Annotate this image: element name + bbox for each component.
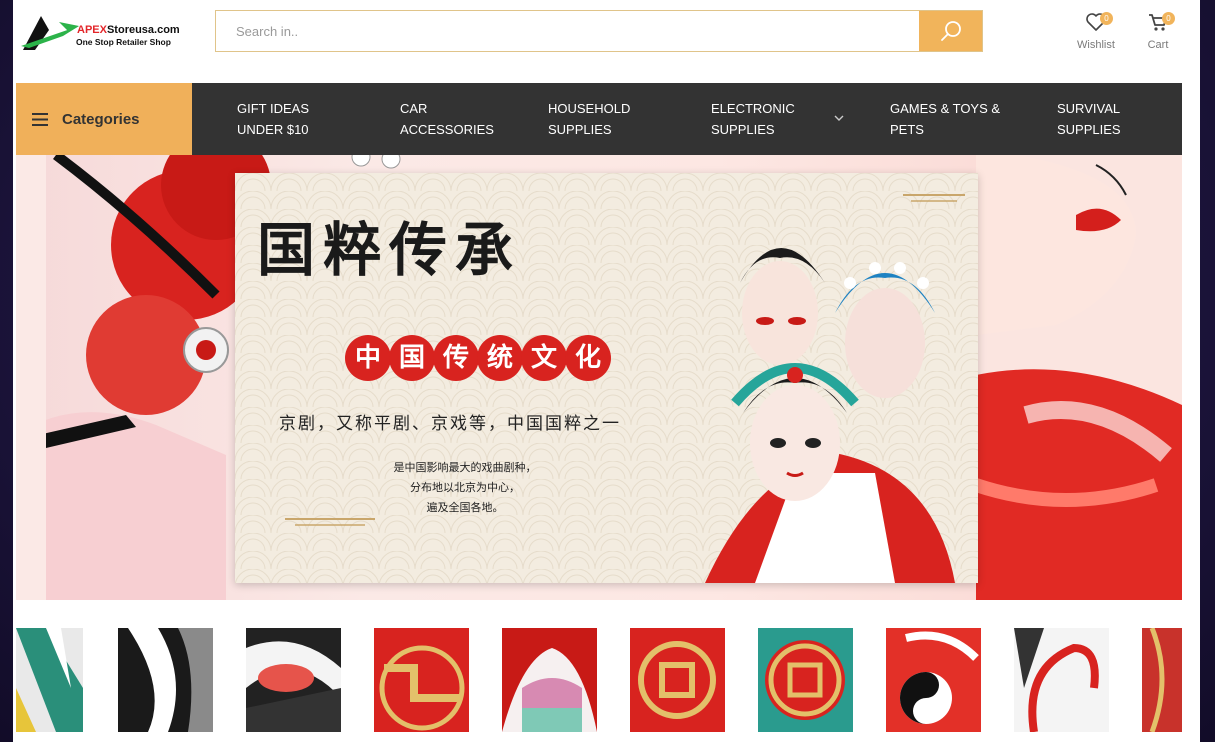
page: APEXStoreusa.com One Stop Retailer Shop … — [13, 0, 1200, 742]
thumbnail[interactable] — [758, 628, 853, 732]
search-input[interactable] — [216, 11, 956, 51]
cart-label: Cart — [1147, 39, 1169, 51]
thumbnail-strip — [16, 622, 1182, 732]
nav-label-line2: SUPPLIES — [1057, 122, 1121, 137]
categories-label: Categories — [62, 110, 140, 128]
nav-label-line1: SURVIVAL — [1057, 101, 1121, 116]
main-nav: GIFT IDEAS UNDER $10 CAR ACCESSORIES HOU… — [192, 83, 1182, 155]
hero-banner[interactable]: 国粹传承 中 国 传 统 文 化 京剧，又称平剧、京戏等，中国国粹之一 是中国影… — [16, 155, 1182, 600]
nav-label-line2: ACCESSORIES — [400, 122, 494, 137]
nav-label-line2: SUPPLIES — [548, 122, 612, 137]
nav-item-electronic-supplies[interactable]: ELECTRONIC SUPPLIES — [711, 98, 795, 140]
thumbnail[interactable] — [1014, 628, 1109, 732]
logo-mark-icon — [21, 16, 79, 50]
nav-label-line1: GAMES & TOYS & — [890, 101, 1001, 116]
wishlist-label: Wishlist — [1077, 39, 1115, 51]
thumbnail[interactable] — [374, 628, 469, 732]
cart-count-badge: 0 — [1162, 12, 1175, 25]
banner-paragraph-line: 是中国影响最大的戏曲剧种， — [393, 461, 537, 474]
thumbnail[interactable] — [118, 628, 213, 732]
nav-item-games-toys-pets[interactable]: GAMES & TOYS & PETS — [890, 98, 1000, 140]
thumbnail[interactable] — [630, 628, 725, 732]
search-button[interactable] — [919, 11, 982, 51]
logo-tagline: One Stop Retailer Shop — [76, 37, 171, 47]
logo-name-accent: APEX — [77, 24, 107, 36]
hamburger-icon — [32, 112, 48, 126]
nav-label-line2: UNDER $10 — [237, 122, 309, 137]
nav-label-line1: CAR — [400, 101, 428, 116]
subtitle-char: 中 — [345, 335, 391, 381]
banner-paragraph-line: 遍及全国各地。 — [426, 501, 504, 514]
wishlist-count-badge: 0 — [1100, 12, 1113, 25]
banner-paragraph: 是中国影响最大的戏曲剧种， 分布地以北京为中心， 遍及全国各地。 — [355, 458, 575, 518]
banner-paragraph-line: 分布地以北京为中心， — [410, 481, 520, 494]
nav-label-line1: GIFT IDEAS — [237, 101, 309, 116]
categories-button[interactable]: Categories — [16, 83, 192, 155]
thumbnail[interactable] — [502, 628, 597, 732]
subtitle-char: 传 — [433, 335, 479, 381]
subtitle-char: 国 — [389, 335, 435, 381]
subtitle-char: 文 — [521, 335, 567, 381]
logo-name-rest: Storeusa.com — [106, 24, 180, 36]
nav-item-household-supplies[interactable]: HOUSEHOLD SUPPLIES — [548, 98, 630, 140]
nav-label-line2: SUPPLIES — [711, 122, 775, 137]
nav-label-line1: HOUSEHOLD — [548, 101, 631, 116]
search-bar — [215, 10, 983, 52]
subtitle-char: 统 — [477, 335, 523, 381]
banner-subtitle: 中 国 传 统 文 化 — [345, 335, 611, 381]
nav-label-line1: ELECTRONIC — [711, 101, 795, 116]
nav-label-line2: PETS — [890, 122, 924, 137]
banner-title: 国粹传承 — [257, 216, 522, 284]
logo-name: APEXStoreusa.com — [77, 24, 180, 36]
banner-description: 京剧，又称平剧、京戏等，中国国粹之一 — [279, 414, 621, 434]
nav-item-survival-supplies[interactable]: SURVIVAL SUPPLIES — [1057, 98, 1121, 140]
nav-item-gift-ideas[interactable]: GIFT IDEAS UNDER $10 — [237, 98, 309, 140]
thumbnail[interactable] — [1142, 628, 1182, 732]
subtitle-char: 化 — [565, 335, 611, 381]
chevron-down-icon[interactable] — [833, 114, 845, 122]
nav-item-car-accessories[interactable]: CAR ACCESSORIES — [400, 98, 494, 140]
wishlist-link[interactable]: 0 Wishlist — [1071, 12, 1121, 51]
cart-link[interactable]: 0 Cart — [1133, 12, 1183, 51]
thumbnail[interactable] — [246, 628, 341, 732]
thumbnail[interactable] — [886, 628, 981, 732]
search-icon — [940, 21, 961, 41]
store-logo[interactable]: APEXStoreusa.com One Stop Retailer Shop — [19, 12, 199, 52]
thumbnail[interactable] — [16, 628, 83, 732]
banner-card: 国粹传承 中 国 传 统 文 化 京剧，又称平剧、京戏等，中国国粹之一 是中国影… — [235, 173, 978, 583]
